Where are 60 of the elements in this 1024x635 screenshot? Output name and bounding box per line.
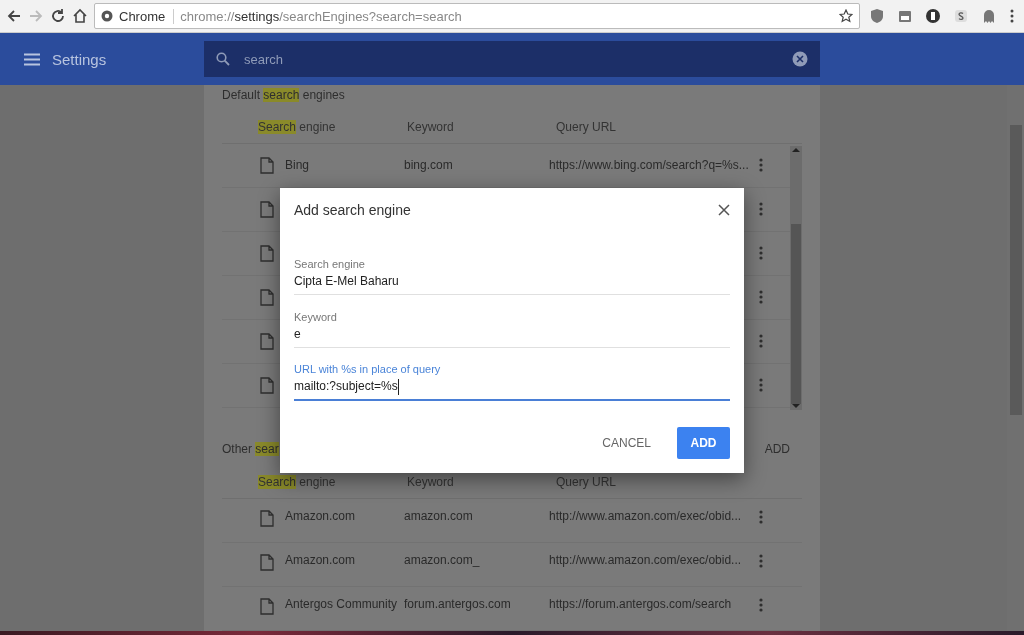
engine-keyword: amazon.com_ <box>404 554 481 568</box>
column-header: Search engine <box>258 475 337 490</box>
cancel-button[interactable]: CANCEL <box>586 427 667 459</box>
page-icon <box>260 376 274 394</box>
column-header: Query URL <box>556 475 618 490</box>
engine-url: http://www.amazon.com/exec/obid... <box>549 554 743 568</box>
address-bar[interactable]: Chrome chrome://settings/searchEngines?search=search <box>94 3 860 29</box>
column-header: Query URL <box>556 120 618 135</box>
page-icon <box>260 554 274 571</box>
text-field[interactable]: URL with %s in place of query mailto:?subject=%s <box>294 363 730 401</box>
menu-icon[interactable] <box>24 52 40 66</box>
page-icon <box>260 200 274 218</box>
engine-url: http://www.amazon.com/exec/obid... <box>549 510 743 524</box>
settings-title: Settings <box>52 50 108 68</box>
home-icon[interactable] <box>72 8 88 24</box>
engine-name: Amazon.com <box>285 554 357 568</box>
column-header: Search engine <box>258 120 337 135</box>
more-icon[interactable] <box>759 202 763 217</box>
scroll-up-icon[interactable] <box>792 145 800 152</box>
engine-keyword: forum.antergos.com <box>404 598 512 612</box>
engine-name: Bing <box>285 158 311 172</box>
page-icon <box>260 156 274 174</box>
dialog-title: Add search engine <box>294 202 411 218</box>
engine-url: https://www.bing.com/search?q=%s... <box>549 158 750 172</box>
page-icon <box>260 598 274 615</box>
engine-name: Antergos Community <box>285 598 399 612</box>
engine-url: https://forum.antergos.com/search <box>549 598 733 612</box>
column-header: Keyword <box>407 120 455 135</box>
section-title: Default search engines <box>222 88 345 103</box>
text-field[interactable]: Keyword e <box>294 311 730 348</box>
chrome-icon <box>101 10 113 22</box>
more-icon[interactable] <box>759 378 763 393</box>
column-header: Keyword <box>407 475 455 490</box>
back-icon[interactable] <box>6 8 22 24</box>
page-icon <box>260 288 274 306</box>
more-icon[interactable] <box>759 158 763 173</box>
close-icon[interactable] <box>718 204 730 216</box>
more-icon[interactable] <box>759 246 763 261</box>
list-scrollbar[interactable] <box>790 145 802 410</box>
more-icon[interactable] <box>759 290 763 305</box>
clear-icon[interactable] <box>792 51 808 67</box>
search-icon <box>216 52 230 66</box>
engine-keyword: amazon.com <box>404 510 474 524</box>
reload-icon[interactable] <box>50 8 66 24</box>
more-icon[interactable] <box>759 598 763 612</box>
star-icon[interactable] <box>839 9 853 23</box>
search-field[interactable]: search <box>204 41 820 77</box>
engine-name: Amazon.com <box>285 510 357 524</box>
more-icon[interactable] <box>759 334 763 349</box>
page-icon <box>260 244 274 262</box>
url-text: chrome://settings/searchEngines?search=search <box>180 8 463 24</box>
more-icon[interactable] <box>759 510 763 524</box>
text-field[interactable]: Search engine Cipta E-Mel Baharu <box>294 258 730 295</box>
more-icon[interactable] <box>759 554 763 568</box>
site-label: Chrome <box>119 8 175 24</box>
page-icon <box>260 332 274 350</box>
add-button[interactable]: ADD <box>677 427 730 459</box>
engine-keyword: bing.com <box>404 158 454 172</box>
section-title: Other sear <box>222 441 279 456</box>
page-icon <box>260 510 274 527</box>
